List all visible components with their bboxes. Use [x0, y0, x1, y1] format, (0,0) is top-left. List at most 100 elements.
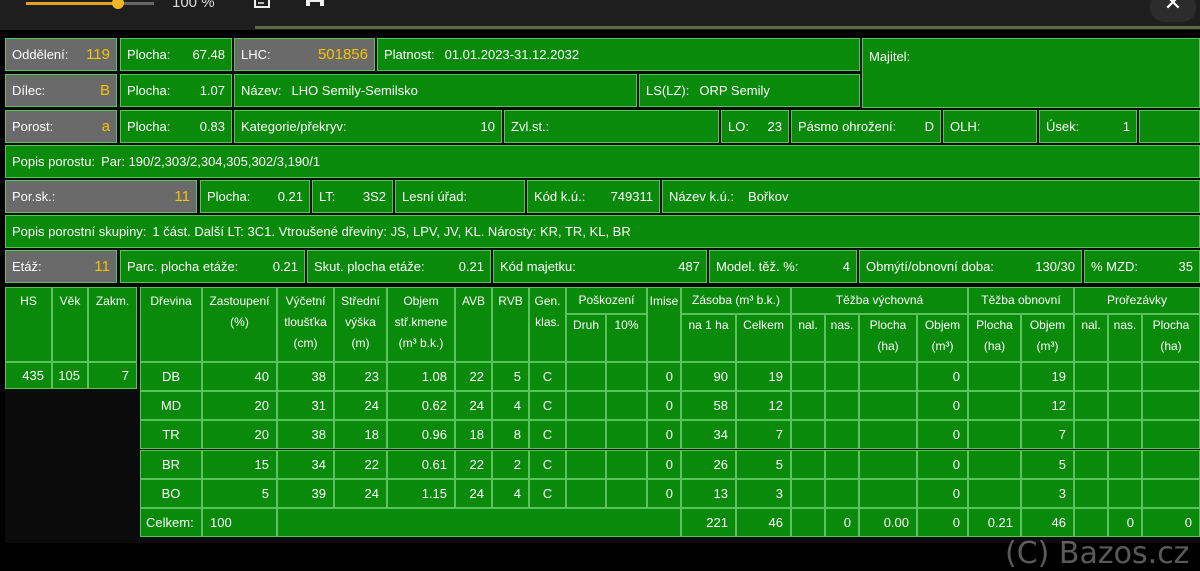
plocha1-value: 67.48 — [192, 47, 225, 62]
ls-value: ORP Semily — [699, 83, 770, 98]
toolbar: 100 % ✕ — [0, 0, 1200, 30]
etaz-value: 11 — [94, 258, 110, 275]
edit-icon[interactable] — [251, 0, 273, 9]
cell-rvb: 4 — [492, 478, 529, 508]
cell-str: 23 — [334, 362, 387, 391]
plocha4-value: 0.21 — [277, 189, 303, 204]
cell-gen: C — [529, 362, 566, 391]
skut-label: Skut. plocha etáže: — [314, 259, 425, 274]
nazevku-value: Bořkov — [748, 189, 789, 204]
total-tv-nal — [791, 508, 825, 537]
cell-gen: C — [529, 478, 566, 508]
kodku-cell: Kód k.ú.: 749311 — [527, 180, 660, 213]
cell-empty — [1108, 449, 1142, 479]
dilec-cell: Dílec: B — [5, 74, 117, 107]
olh-label: OLH: — [950, 119, 981, 134]
na1ha-header: na 1 ha — [681, 314, 736, 362]
lt-value: 3S2 — [362, 189, 386, 204]
nazev-value: LHO Semily-Semilsko — [291, 83, 418, 98]
kategorie-cell: Kategorie/překryv: 10 — [234, 110, 502, 143]
cell-empty — [968, 391, 1021, 421]
cell-vyc: 38 — [277, 362, 334, 391]
pr-nal-text: nal. — [1081, 318, 1101, 332]
pasmo-label: Pásmo ohrožení: — [798, 119, 897, 134]
to-objem-text: Objem — [1029, 318, 1066, 332]
zoom-slider-knob[interactable] — [112, 0, 125, 9]
cell-empty — [968, 362, 1021, 391]
empty-cell — [1139, 110, 1200, 143]
kodku-value: 749311 — [610, 189, 653, 204]
porsk-label: Por.sk.: — [12, 189, 56, 204]
dreviny-header: Dřevina — [140, 287, 202, 362]
cell-empty — [606, 420, 647, 450]
mzd-cell: % MZD: 35 — [1084, 250, 1200, 283]
total-pr-nas: 0 — [1108, 508, 1142, 537]
cell-imise: 0 — [647, 420, 681, 450]
cell-empty — [566, 420, 606, 450]
cell-empty — [1074, 391, 1108, 421]
lo-cell: LO: 23 — [721, 110, 789, 143]
poskozeni-header-text: Poškození — [578, 293, 635, 307]
to-plocha-text: Plocha — [976, 318, 1013, 332]
cell-na1ha: 26 — [681, 449, 736, 479]
vycetni-line2: tloušťka — [284, 315, 327, 329]
stredni-header: Střední výška (m) — [334, 287, 387, 362]
cell-str: 24 — [334, 391, 387, 421]
pr-plocha-header: Plocha (ha) — [1142, 314, 1200, 362]
plocha2-value: 1.07 — [199, 83, 225, 98]
kodmaj-value: 487 — [678, 259, 700, 274]
lesni-urad-cell: Lesní úřad: — [395, 180, 525, 213]
mzd-label: % MZD: — [1091, 259, 1138, 274]
cell-empty — [968, 449, 1021, 479]
zastoupeni-header-text: Zastoupení — [209, 294, 270, 308]
close-icon[interactable]: ✕ — [1150, 0, 1196, 22]
cell-vyc: 34 — [277, 449, 334, 479]
obmyti-label: Obmýtí/obnovní doba: — [866, 259, 994, 274]
cell-empty — [566, 478, 606, 508]
zoom-slider[interactable] — [26, 0, 154, 9]
cell-vyc: 31 — [277, 391, 334, 421]
plocha3-value: 0.83 — [199, 119, 225, 134]
lhc-label: LHC: — [241, 47, 271, 62]
cell-to_obj: 5 — [1021, 449, 1074, 479]
cell-gen: C — [529, 449, 566, 479]
pasmo-cell: Pásmo ohrožení: D — [791, 110, 941, 143]
zasoba-header-text: Zásoba (m³ b.k.) — [691, 293, 781, 307]
lo-value: 23 — [767, 119, 782, 134]
lhc-cell: LHC: 501856 — [234, 38, 375, 71]
cell-avb: 22 — [455, 449, 492, 479]
zasoba-header: Zásoba (m³ b.k.) — [681, 287, 791, 314]
cell-na1ha: 13 — [681, 478, 736, 508]
poskozeni-header: Poškození — [566, 287, 647, 314]
lesni-urad-label: Lesní úřad: — [402, 189, 468, 204]
parc-label: Parc. plocha etáže: — [127, 259, 239, 274]
zvlst-label: Zvl.st.: — [511, 119, 550, 134]
stredni-line2: výška — [345, 315, 376, 329]
tv-plocha-header: Plocha (ha) — [859, 314, 917, 362]
plocha2-label: Plocha: — [127, 83, 171, 98]
porsk-value: 11 — [174, 188, 190, 205]
lo-label: LO: — [728, 119, 749, 134]
stredni-line1: Střední — [341, 294, 380, 308]
ls-label: LS(LZ): — [646, 83, 690, 98]
tv-nal-header: nal. — [791, 314, 825, 362]
cell-obj: 0.62 — [387, 391, 455, 421]
mzd-value: 35 — [1178, 259, 1193, 274]
print-icon[interactable] — [304, 0, 326, 9]
total-pr-nal — [1074, 508, 1108, 537]
cell-dr: BO — [140, 478, 202, 508]
nazevku-label: Název k.ú.: — [669, 189, 735, 204]
olh-cell: OLH: — [943, 110, 1037, 143]
tezba-vychovna-header-text: Těžba výchovná — [835, 293, 924, 307]
prorezavky-header: Prořezávky — [1074, 287, 1200, 314]
cell-empty — [859, 449, 917, 479]
celkem-header: Celkem — [736, 314, 791, 362]
porost-label: Porost: — [12, 119, 54, 134]
cell-celkem: 3 — [736, 478, 791, 508]
cell-dr: DB — [140, 362, 202, 391]
cell-celkem: 12 — [736, 391, 791, 421]
tv-objem-unit: (m³) — [931, 339, 954, 353]
skut-cell: Skut. plocha etáže: 0.21 — [307, 250, 491, 283]
cell-rvb: 5 — [492, 362, 529, 391]
tezba-vychovna-header: Těžba výchovná — [791, 287, 968, 314]
